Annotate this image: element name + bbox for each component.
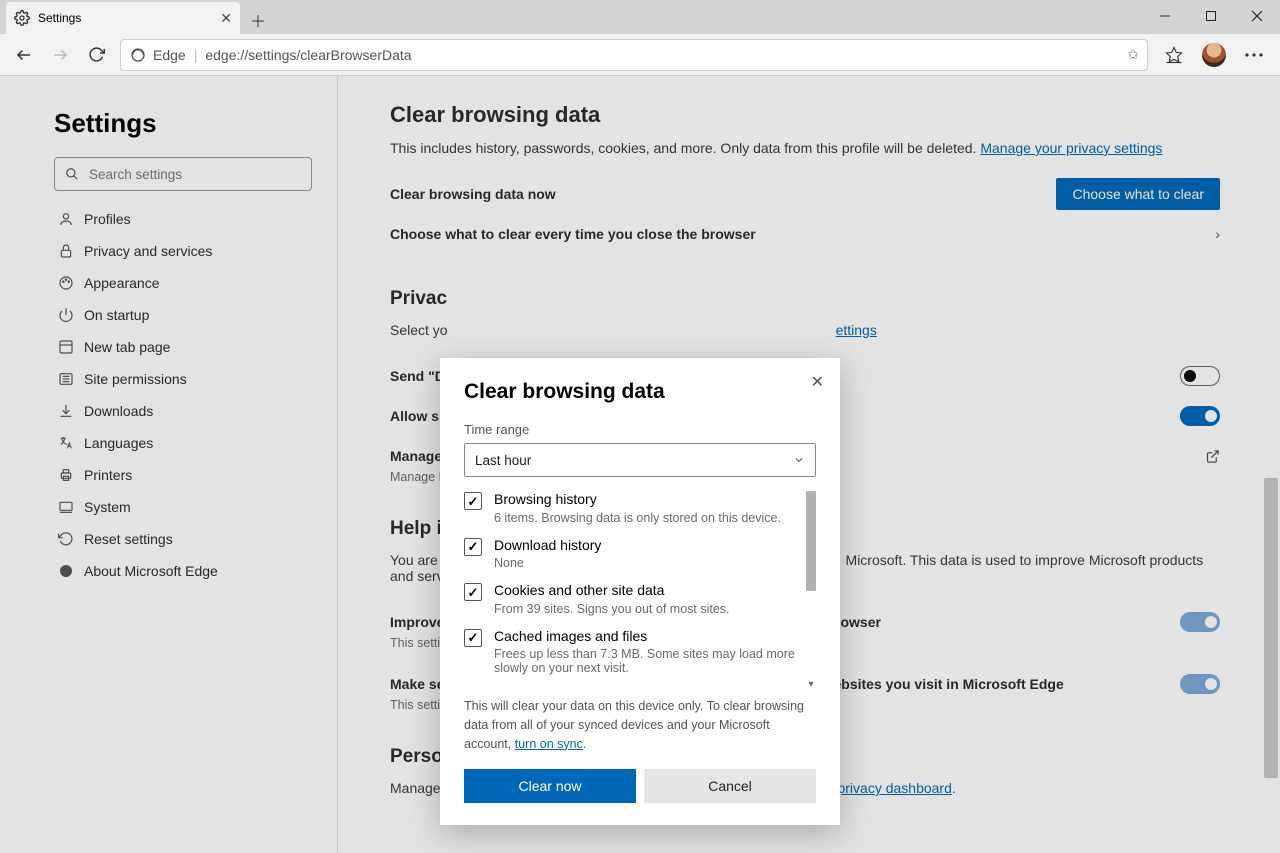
checkbox[interactable] bbox=[464, 538, 482, 556]
clear-item-download-history[interactable]: Download historyNone bbox=[464, 537, 816, 571]
clear-item-cookies[interactable]: Cookies and other site dataFrom 39 sites… bbox=[464, 582, 816, 616]
address-url: edge://settings/clearBrowserData bbox=[205, 47, 411, 63]
cancel-button[interactable]: Cancel bbox=[644, 769, 816, 803]
forward-button[interactable] bbox=[42, 37, 78, 73]
window-titlebar: Settings ✕ ＋ bbox=[0, 0, 1280, 34]
clear-item-browsing-history[interactable]: Browsing history6 items. Browsing data i… bbox=[464, 491, 816, 525]
dialog-title: Clear browsing data bbox=[464, 380, 816, 404]
window-close-button[interactable] bbox=[1234, 0, 1280, 32]
back-button[interactable] bbox=[6, 37, 42, 73]
browser-tab-active[interactable]: Settings ✕ bbox=[6, 2, 240, 34]
window-minimize-button[interactable] bbox=[1142, 0, 1188, 32]
refresh-button[interactable] bbox=[78, 37, 114, 73]
checkbox[interactable] bbox=[464, 629, 482, 647]
clear-now-button[interactable]: Clear now bbox=[464, 769, 636, 803]
edge-logo-icon bbox=[129, 46, 147, 64]
clear-data-dialog: ✕ Clear browsing data Time range Last ho… bbox=[440, 358, 840, 825]
profile-avatar[interactable] bbox=[1194, 37, 1234, 73]
gear-icon bbox=[14, 10, 30, 26]
tab-title: Settings bbox=[38, 11, 81, 25]
checkbox[interactable] bbox=[464, 492, 482, 510]
reading-star-icon[interactable]: ✩ bbox=[1127, 46, 1139, 63]
scroll-down-icon[interactable]: ▾ bbox=[806, 679, 816, 691]
dialog-list-scrollbar[interactable] bbox=[806, 491, 816, 591]
more-button[interactable] bbox=[1234, 37, 1274, 73]
favorites-button[interactable] bbox=[1154, 37, 1194, 73]
time-range-select[interactable]: Last hour bbox=[464, 443, 816, 477]
address-bar[interactable]: Edge | edge://settings/clearBrowserData … bbox=[120, 39, 1148, 71]
new-tab-button[interactable]: ＋ bbox=[244, 6, 272, 34]
clear-item-cache[interactable]: Cached images and filesFrees up less tha… bbox=[464, 628, 816, 676]
checkbox[interactable] bbox=[464, 583, 482, 601]
browser-toolbar: Edge | edge://settings/clearBrowserData … bbox=[0, 34, 1280, 76]
dialog-footnote: This will clear your data on this device… bbox=[464, 697, 816, 753]
close-tab-button[interactable]: ✕ bbox=[220, 10, 232, 27]
time-range-label: Time range bbox=[464, 422, 816, 437]
address-site-label: Edge bbox=[153, 47, 186, 63]
window-maximize-button[interactable] bbox=[1188, 0, 1234, 32]
chevron-down-icon bbox=[793, 454, 805, 466]
dialog-close-button[interactable]: ✕ bbox=[811, 372, 824, 392]
turn-on-sync-link[interactable]: turn on sync bbox=[515, 737, 583, 751]
